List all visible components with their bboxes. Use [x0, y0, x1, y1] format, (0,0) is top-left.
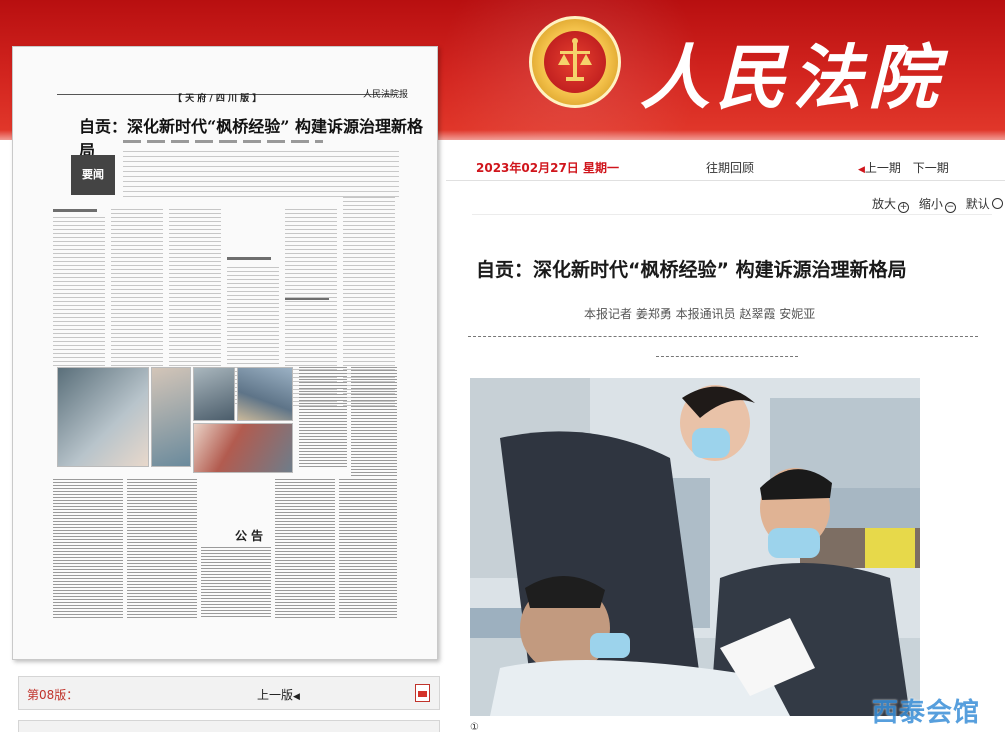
notice-column [127, 479, 197, 619]
text-column [111, 209, 163, 369]
issue-nav: ◀上一期 下一期 [858, 159, 949, 176]
text-column [299, 367, 347, 467]
paper-byline-strip [123, 140, 323, 143]
newspaper-page-image[interactable]: 【 天 府 / 四 川 版 】 人民法院报 自贡：深化新时代“枫桥经验” 构建诉… [12, 46, 438, 660]
divider [472, 214, 992, 215]
column-heading [227, 257, 271, 260]
issue-date: 2023年02月27日 星期一 [476, 161, 619, 175]
edition-label: 第08版： [27, 688, 79, 702]
paper-photo-3 [193, 367, 235, 421]
article-photo[interactable] [470, 378, 920, 716]
column-heading [53, 209, 97, 212]
paper-photo-1 [57, 367, 149, 467]
notice-column [201, 547, 271, 619]
text-column [169, 209, 221, 369]
prev-issue-arrow-icon: ◀ [858, 165, 865, 175]
watermark: 西泰会馆 [872, 698, 981, 728]
paper-edition-label: 【 天 府 / 四 川 版 】 [173, 94, 262, 104]
prev-issue-link[interactable]: 上一期 [865, 161, 901, 175]
past-issues-link[interactable]: 往期回顾 [706, 159, 754, 176]
page-nav-bar: 第08版： 上一版◀ [18, 676, 440, 710]
zoom-out-icon[interactable]: − [944, 202, 956, 213]
default-zoom-icon[interactable] [991, 198, 1003, 209]
zoom-controls: 放大 + 缩小 − 默认 [866, 195, 1003, 213]
paper-photo-4 [237, 367, 293, 421]
page-list-bar [18, 720, 440, 732]
text-column [351, 367, 397, 477]
article-byline: 本报记者 姜郑勇 本报通讯员 赵翠霞 安妮亚 [584, 307, 816, 321]
dashed-divider [468, 336, 978, 337]
page-root: 人民法院報 【 天 府 / 四 川 版 】 人民法院报 自贡：深化新时代“枫桥经… [0, 0, 1005, 732]
text-column [53, 217, 105, 367]
caret-left-icon: ◀ [293, 692, 300, 702]
zoom-out-button[interactable]: 缩小 − [919, 195, 956, 213]
dashed-divider [656, 356, 798, 357]
prev-page-link[interactable]: 上一版◀ [257, 686, 300, 703]
paper-masthead-label: 人民法院报 [363, 90, 409, 100]
masthead-logo-text: 人民法院報 [640, 36, 944, 140]
article-title: 自贡：深化新时代“枫桥经验” 构建诉源治理新格局 [476, 259, 907, 281]
paper-badge-mark: 要闻 [71, 155, 115, 195]
court-emblem-icon [529, 16, 621, 108]
notice-column [53, 479, 123, 619]
paper-photo-5 [193, 423, 293, 473]
notice-column [275, 479, 335, 619]
zoom-in-icon[interactable]: + [898, 202, 910, 213]
divider [446, 180, 1005, 181]
zoom-in-button[interactable]: 放大 + [872, 195, 910, 213]
default-zoom-button[interactable]: 默认 [966, 195, 1003, 212]
notice-title: 公告 [235, 529, 268, 543]
caption-marker: ① [470, 722, 479, 732]
notice-column [339, 479, 397, 619]
pdf-icon[interactable] [415, 684, 430, 702]
next-issue-link[interactable]: 下一期 [913, 161, 949, 175]
paper-lead-paragraph [123, 151, 399, 201]
paper-photo-2 [151, 367, 191, 467]
